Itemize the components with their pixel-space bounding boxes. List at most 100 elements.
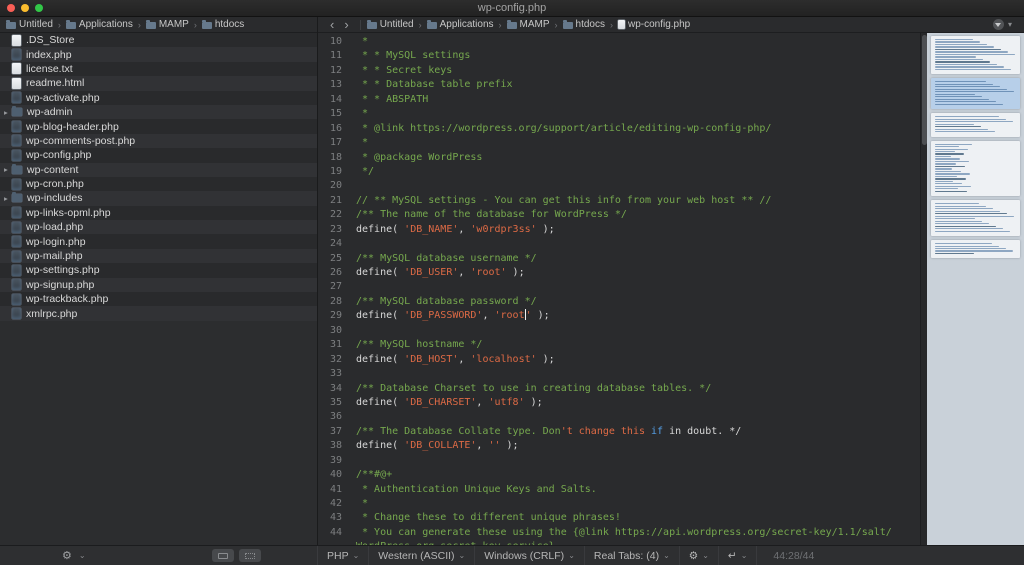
- breadcrumb-separator: ›: [555, 20, 558, 30]
- document-icon: [12, 179, 21, 190]
- document-icon: [12, 92, 21, 103]
- file-row-wp-cron-php[interactable]: wp-cron.php: [0, 177, 317, 191]
- file-list: .DS_Storeindex.phplicense.txtreadme.html…: [0, 33, 317, 545]
- back-button[interactable]: ‹: [330, 18, 334, 32]
- status-language-menu[interactable]: PHP⌄: [318, 546, 369, 565]
- forward-button[interactable]: ›: [344, 18, 348, 32]
- minimap-line: [935, 228, 1003, 229]
- document-menu-icon[interactable]: [993, 19, 1004, 30]
- status-encoding-menu[interactable]: Western (ASCII)⌄: [369, 546, 475, 565]
- minimap-page: [931, 36, 1020, 74]
- breadcrumb-separator: ›: [138, 20, 141, 30]
- preview-view-toggle-button[interactable]: [239, 549, 261, 562]
- breadcrumb-item-mamp[interactable]: MAMP: [146, 19, 189, 30]
- minimap-line: [935, 231, 1010, 232]
- code-text: // ** MySQL settings - You can get this …: [356, 194, 771, 208]
- file-row-wp-login-php[interactable]: wp-login.php: [0, 234, 317, 248]
- code-token: );: [537, 224, 555, 235]
- minimap-page: [931, 113, 1020, 136]
- cursor-position: 44:28/44: [773, 550, 814, 562]
- breadcrumb-label: Untitled: [380, 19, 414, 30]
- breadcrumb-item-mamp[interactable]: MAMP: [507, 19, 550, 30]
- breadcrumb-item-applications[interactable]: Applications: [66, 19, 133, 30]
- minimap-line: [935, 211, 1000, 212]
- code-token: 'DB_PASSWORD': [404, 310, 482, 321]
- minimize-window-button[interactable]: [21, 4, 29, 12]
- file-row-xmlrpc-php[interactable]: xmlrpc.php: [0, 306, 317, 320]
- breadcrumb-item-htdocs[interactable]: htdocs: [563, 19, 605, 30]
- sidebar-breadcrumb: Untitled›Applications›MAMP›htdocs: [0, 17, 317, 33]
- file-name: wp-trackback.php: [26, 293, 108, 305]
- file-row-wp-settings-php[interactable]: wp-settings.php: [0, 263, 317, 277]
- document-icon: [12, 265, 21, 276]
- code-token: ,: [476, 440, 488, 451]
- zoom-window-button[interactable]: [35, 4, 43, 12]
- code-line: 16 * @link https://wordpress.org/support…: [318, 122, 920, 136]
- file-row-wp-load-php[interactable]: wp-load.php: [0, 220, 317, 234]
- file-row-wp-admin[interactable]: ▸wp-admin: [0, 105, 317, 119]
- file-row-wp-blog-header-php[interactable]: wp-blog-header.php: [0, 119, 317, 133]
- file-row-wp-activate-php[interactable]: wp-activate.php: [0, 91, 317, 105]
- file-row-wp-signup-php[interactable]: wp-signup.php: [0, 278, 317, 292]
- disclosure-triangle[interactable]: ▸: [3, 108, 12, 117]
- editor-content-row: 10 *11 * * MySQL settings12 * * Secret k…: [318, 33, 1024, 545]
- breadcrumb-item-htdocs[interactable]: htdocs: [202, 19, 244, 30]
- folder-icon: [66, 22, 76, 29]
- breadcrumb-item-untitled[interactable]: Untitled: [367, 19, 414, 30]
- code-token: *: [356, 137, 368, 148]
- code-token: '': [488, 440, 500, 451]
- file-row-wp-trackback-php[interactable]: wp-trackback.php: [0, 292, 317, 306]
- file-row-wp-mail-php[interactable]: wp-mail.php: [0, 249, 317, 263]
- document-icon: [12, 207, 21, 218]
- code-token: * * Secret keys: [356, 65, 452, 76]
- scrollbar-thumb[interactable]: [922, 35, 927, 145]
- code-editor[interactable]: 10 *11 * * MySQL settings12 * * Secret k…: [318, 33, 920, 545]
- code-token: // ** MySQL settings - You can get this …: [356, 195, 771, 206]
- code-token: * You can generate these using the {@lin…: [356, 527, 892, 538]
- status-line-endings-menu[interactable]: Windows (CRLF)⌄: [475, 546, 585, 565]
- window-controls: [7, 4, 43, 12]
- breadcrumb-item-applications[interactable]: Applications: [427, 19, 494, 30]
- code-token: );: [532, 310, 550, 321]
- line-number: 16: [318, 122, 342, 136]
- chevron-down-icon: ⌄: [741, 551, 748, 560]
- code-token: 'DB_HOST': [404, 354, 458, 365]
- breadcrumb-item-untitled[interactable]: Untitled: [6, 19, 53, 30]
- status-tab-width-menu[interactable]: Real Tabs: (4)⌄: [585, 546, 680, 565]
- status-gear-menu[interactable]: ⚙⌄: [680, 546, 719, 565]
- file-row-wp-content[interactable]: ▸wp-content: [0, 163, 317, 177]
- code-token: WordPress.org secret-key service}: [356, 541, 555, 545]
- code-text: define( 'DB_CHARSET', 'utf8' );: [356, 396, 543, 410]
- minimap-line: [935, 46, 994, 47]
- document-icon: [12, 78, 21, 89]
- disclosure-triangle[interactable]: ▸: [3, 194, 12, 203]
- editor-navbar: ‹ › Untitled›Applications›MAMP›htdocs›wp…: [318, 17, 1024, 33]
- file-row-wp-includes[interactable]: ▸wp-includes: [0, 191, 317, 205]
- file-row-ds-store[interactable]: .DS_Store: [0, 33, 317, 47]
- sidebar-gear-menu[interactable]: ⚙ ⌄: [62, 549, 86, 562]
- file-row-wp-config-php[interactable]: wp-config.php: [0, 148, 317, 162]
- icon-view-toggle-button[interactable]: [212, 549, 234, 562]
- file-row-wp-links-opml-php[interactable]: wp-links-opml.php: [0, 206, 317, 220]
- code-line: 30: [318, 324, 920, 338]
- code-line: 35define( 'DB_CHARSET', 'utf8' );: [318, 396, 920, 410]
- disclosure-triangle[interactable]: ▸: [3, 165, 12, 174]
- code-text: * Authentication Unique Keys and Salts.: [356, 483, 597, 497]
- minimap[interactable]: [927, 33, 1024, 545]
- line-number: 26: [318, 266, 342, 280]
- minimap-line: [935, 126, 981, 127]
- minimap-line: [935, 223, 989, 224]
- close-window-button[interactable]: [7, 4, 15, 12]
- file-row-readme-html[interactable]: readme.html: [0, 76, 317, 90]
- code-text: /** The name of the database for WordPre…: [356, 208, 627, 222]
- file-row-wp-comments-post-php[interactable]: wp-comments-post.php: [0, 134, 317, 148]
- file-row-index-php[interactable]: index.php: [0, 47, 317, 61]
- breadcrumb-item-wp-config-php[interactable]: wp-config.php: [618, 19, 690, 30]
- editor-scrollbar[interactable]: [920, 33, 927, 545]
- file-row-license-txt[interactable]: license.txt: [0, 62, 317, 76]
- status-return-menu[interactable]: ↵⌄: [719, 546, 758, 565]
- minimap-line: [935, 203, 979, 204]
- chevron-down-icon[interactable]: ▾: [1008, 20, 1012, 29]
- code-token: );: [537, 354, 555, 365]
- code-token: );: [507, 267, 525, 278]
